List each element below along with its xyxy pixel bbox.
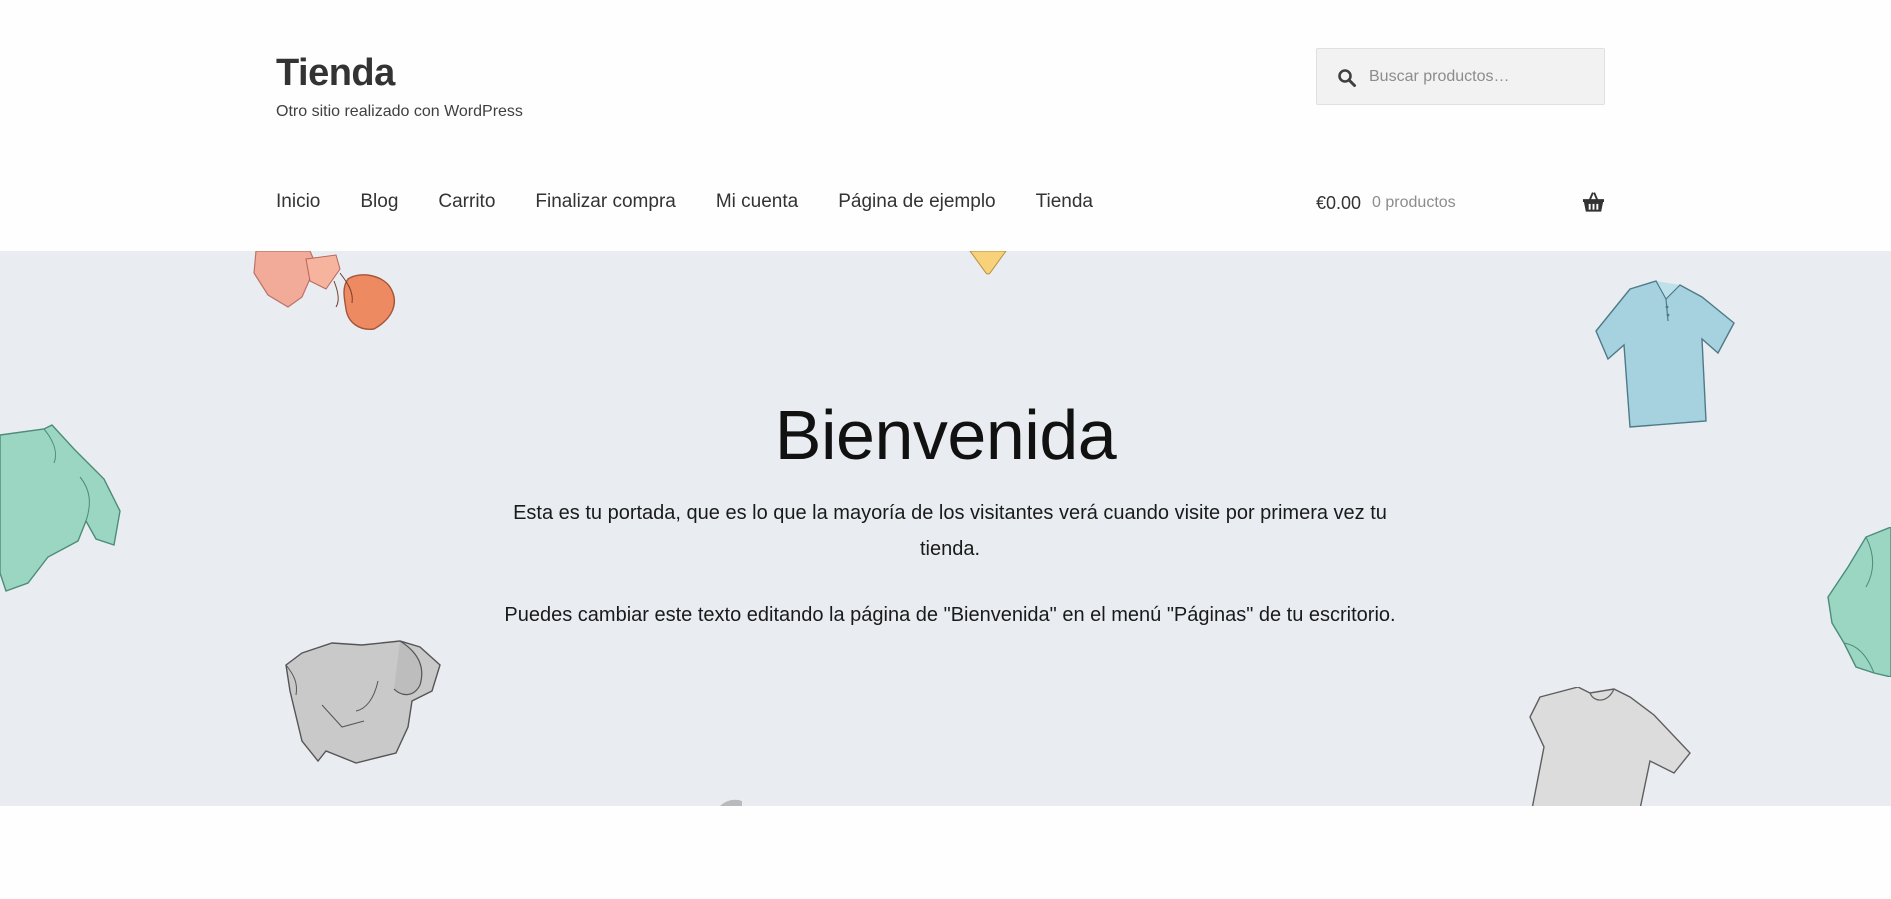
site-description: Otro sitio realizado con WordPress — [276, 103, 523, 120]
yellow-item-illustration — [969, 251, 1007, 275]
nav-item-inicio[interactable]: Inicio — [276, 190, 320, 214]
grey-tshirt-illustration — [1529, 687, 1691, 806]
site-branding: Tienda Otro sitio realizado con WordPres… — [276, 50, 523, 122]
nav-item-carrito[interactable]: Carrito — [438, 190, 495, 214]
search-input[interactable] — [1367, 49, 1597, 104]
nav-item-blog[interactable]: Blog — [360, 190, 398, 214]
nav-item-mi-cuenta[interactable]: Mi cuenta — [716, 190, 798, 214]
site-header: Tienda Otro sitio realizado con WordPres… — [0, 0, 1891, 251]
cart-amount: €0.00 — [1316, 192, 1362, 213]
nav-item-pagina-de-ejemplo[interactable]: Página de ejemplo — [838, 190, 995, 214]
hero-paragraph-2: Puedes cambiar este texto editando la pá… — [504, 604, 1396, 626]
grey-hoodie-illustration — [285, 640, 441, 764]
primary-navigation: Inicio Blog Carrito Finalizar compra Mi … — [276, 190, 1133, 214]
hero-banner: Bienvenida Esta es tu portada, que es lo… — [0, 251, 1891, 806]
site-title[interactable]: Tienda — [276, 50, 523, 96]
hero-title: Bienvenida — [774, 396, 1117, 474]
cart-count: 0 productos — [1372, 194, 1456, 211]
orange-hoodie-illustration — [253, 251, 395, 330]
product-search[interactable] — [1316, 48, 1605, 105]
nav-item-tienda[interactable]: Tienda — [1036, 190, 1093, 214]
hero-paragraph-1: Esta es tu portada, que es lo que la may… — [513, 502, 1387, 560]
nav-item-finalizar-compra[interactable]: Finalizar compra — [535, 190, 675, 214]
header-cart[interactable]: €0.00 0 productos — [1316, 190, 1605, 216]
mint-hoodie-illustration — [1827, 527, 1891, 677]
search-icon — [1338, 69, 1356, 87]
small-item-illustration — [720, 799, 742, 806]
basket-icon — [1582, 192, 1605, 212]
